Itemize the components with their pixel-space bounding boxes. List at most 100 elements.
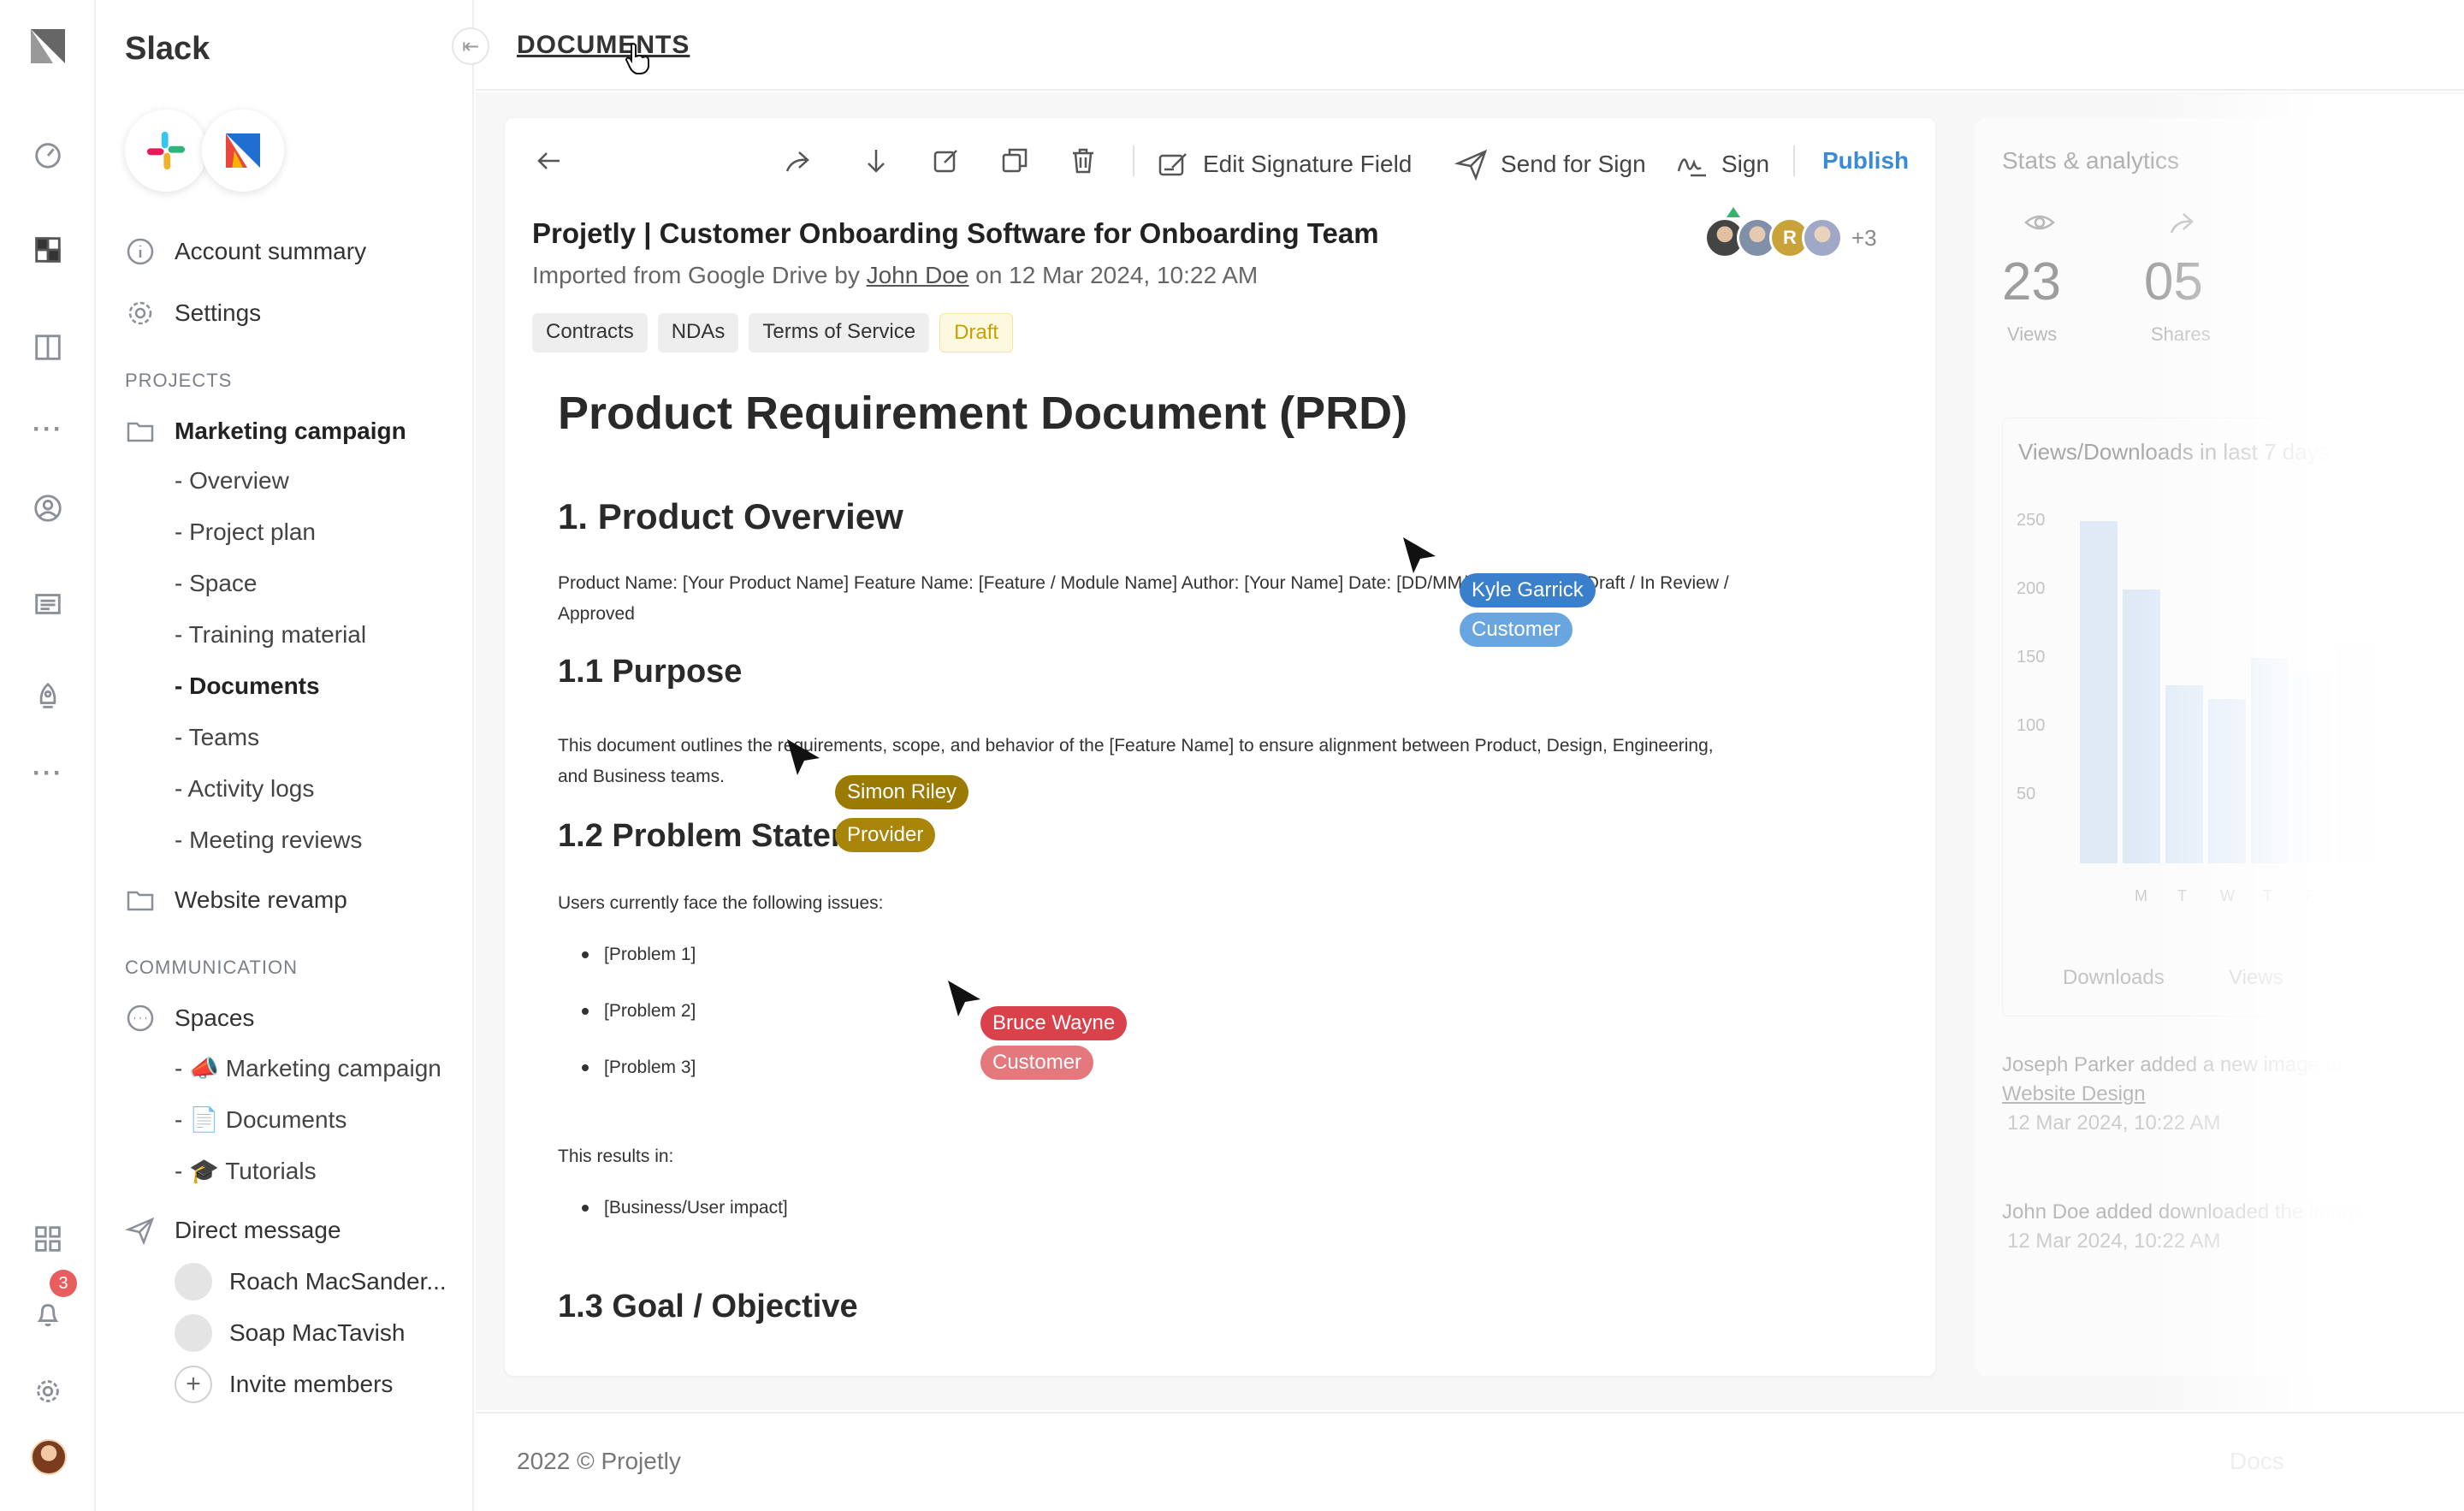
projects-heading: PROJECTS (125, 370, 233, 391)
stats-analytics-panel: Stats & analytics 23 Views 05 Shares Vie… (1976, 118, 2464, 1376)
sidebar-sub-training-material[interactable]: - Training material (175, 621, 366, 649)
share-forward-icon[interactable] (780, 144, 814, 178)
edit-signature-field-button[interactable]: Edit Signature Field (1157, 147, 1412, 181)
dashboard-gauge-icon[interactable] (27, 133, 68, 175)
collaborator-role-pill: Customer (980, 1046, 1094, 1080)
views-downloads-chart: Views/Downloads in last 7 days Downloads… (2002, 418, 2374, 1016)
projetly-logo-icon[interactable] (27, 26, 68, 67)
document-body[interactable]: Product Requirement Document (PRD) 1. Pr… (505, 375, 1935, 1376)
settings-gear-icon[interactable] (27, 1371, 68, 1412)
cursor-arrow-icon (948, 981, 980, 1016)
rocket-icon[interactable] (27, 676, 68, 717)
duplicate-copy-icon[interactable] (998, 144, 1032, 178)
doc-heading-purpose: 1.1 Purpose (558, 654, 743, 690)
current-user-avatar[interactable] (31, 1439, 67, 1475)
dm-user-roach[interactable]: Roach MacSander... (175, 1263, 447, 1301)
chart-legend-views[interactable]: Views (2229, 966, 2283, 990)
y-tick-label: 100 (2017, 716, 2046, 735)
notification-badge: 3 (50, 1270, 77, 1297)
edit-pencil-icon[interactable] (929, 144, 963, 178)
sidebar-sub-teams[interactable]: - Teams (175, 724, 259, 751)
icon-rail: ··· ··· 3 (0, 0, 96, 1511)
crown-icon (1727, 207, 1740, 217)
meta-suffix: on 12 Mar 2024, 10:22 AM (975, 262, 1259, 288)
back-arrow-icon[interactable] (532, 144, 566, 178)
sidebar-sub-overview[interactable]: - Overview (175, 467, 289, 495)
chart-bar[interactable] (2294, 672, 2331, 863)
activity-time: 12 Mar 2024, 10:22 AM (2007, 1111, 2221, 1135)
folder-icon (127, 891, 154, 911)
activity-item: Joseph Parker added a new image to Websi… (2002, 1051, 2413, 1138)
sidebar: Slack ⇤ Account summary Settings PROJECT… (96, 0, 489, 1511)
send-for-sign-button[interactable]: Send for Sign (1454, 147, 1646, 181)
y-tick-label: 150 (2017, 648, 2046, 667)
billboard-icon[interactable] (27, 584, 68, 625)
collaborator-avatars[interactable]: R +3 (1704, 217, 1877, 258)
chart-bar[interactable] (2165, 685, 2203, 863)
x-tick-label: W (2220, 887, 2235, 904)
apps-grid-icon[interactable] (27, 1218, 68, 1259)
collapse-sidebar-button[interactable]: ⇤ (452, 27, 489, 65)
user-circle-icon[interactable] (27, 488, 68, 529)
author-link[interactable]: John Doe (867, 262, 969, 288)
chart-bar[interactable] (2337, 644, 2374, 863)
more-dots-icon[interactable]: ··· (27, 409, 68, 450)
meta-prefix: Imported from Google Drive by (532, 262, 860, 288)
chart-bar[interactable] (2080, 521, 2118, 863)
activity-text: John Doe added downloaded the image (2002, 1200, 2366, 1224)
doc-heading-product-overview: 1. Product Overview (558, 496, 903, 536)
chart-legend-downloads[interactable]: Downloads (2063, 966, 2165, 990)
trash-delete-icon[interactable] (1066, 144, 1100, 178)
sidebar-sub-documents[interactable]: - Documents (175, 673, 320, 700)
activity-link[interactable]: Website Design (2002, 1082, 2146, 1105)
document-meta: Imported from Google Drive by John Doe o… (532, 262, 1258, 289)
dm-user-name: Soap MacTavish (229, 1319, 406, 1346)
document-toolbar: Edit Signature Field Send for Sign Sign … (505, 118, 1935, 204)
publish-button[interactable]: Publish (1822, 147, 1909, 175)
sidebar-sub-meeting-reviews[interactable]: - Meeting reviews (175, 827, 362, 854)
cursor-arrow-icon (1403, 537, 1436, 573)
sidebar-project-marketing[interactable]: Marketing campaign (125, 416, 406, 447)
sidebar-sub-activity-logs[interactable]: - Activity logs (175, 775, 314, 803)
breadcrumb[interactable]: DOCUMENTS (517, 31, 690, 60)
send-for-sign-label: Send for Sign (1501, 151, 1646, 177)
top-bar: DOCUMENTS (476, 0, 2464, 91)
invite-members-button[interactable]: + Invite members (175, 1366, 393, 1403)
sidebar-sub-project-plan[interactable]: - Project plan (175, 518, 316, 546)
user-avatar (175, 1314, 212, 1352)
tag-contracts[interactable]: Contracts (532, 313, 648, 353)
sidebar-space-marketing[interactable]: - 📣 Marketing campaign (175, 1054, 441, 1082)
columns-icon[interactable] (27, 327, 68, 368)
communication-heading: COMMUNICATION (125, 957, 299, 978)
sidebar-item-account-summary[interactable]: Account summary (125, 236, 366, 267)
chart-bar[interactable] (2251, 658, 2289, 863)
sign-button[interactable]: Sign (1675, 147, 1769, 181)
projetly-app-logo-icon[interactable] (202, 110, 284, 192)
bell-icon[interactable] (27, 1294, 68, 1335)
sidebar-sub-space[interactable]: - Space (175, 570, 258, 597)
invite-members-label: Invite members (229, 1371, 394, 1397)
sidebar-project-website[interactable]: Website revamp (125, 885, 347, 915)
tag-ndas[interactable]: NDAs (657, 313, 739, 353)
views-label: Views (2007, 323, 2058, 345)
footer-docs-link[interactable]: Docs (2230, 1448, 2284, 1475)
more-dots-icon[interactable]: ··· (27, 753, 68, 794)
sign-label: Sign (1721, 151, 1770, 177)
chart-bar[interactable] (2208, 699, 2246, 863)
sidebar-item-settings[interactable]: Settings (125, 298, 261, 329)
activity-text: Joseph Parker added a new image to (2002, 1053, 2343, 1076)
chart-bar[interactable] (2123, 590, 2160, 863)
dm-user-soap[interactable]: Soap MacTavish (175, 1314, 405, 1352)
sidebar-space-documents[interactable]: - 📄 Documents (175, 1105, 346, 1134)
sidebar-space-tutorials[interactable]: - 🎓 Tutorials (175, 1157, 317, 1185)
download-arrow-icon[interactable] (859, 144, 893, 178)
tag-terms-of-service[interactable]: Terms of Service (749, 313, 930, 353)
dm-user-name: Roach MacSander... (229, 1268, 447, 1295)
list-item: [Problem 1] (582, 945, 696, 965)
sidebar-item-direct-message[interactable]: Direct message (125, 1215, 341, 1246)
footer-copyright: 2022 © Projetly (517, 1448, 681, 1474)
sidebar-item-spaces[interactable]: Spaces (125, 1003, 254, 1034)
signature-edit-icon (1158, 153, 1187, 176)
grid-apps-icon[interactable] (27, 229, 68, 270)
slack-logo-icon[interactable] (125, 110, 207, 192)
